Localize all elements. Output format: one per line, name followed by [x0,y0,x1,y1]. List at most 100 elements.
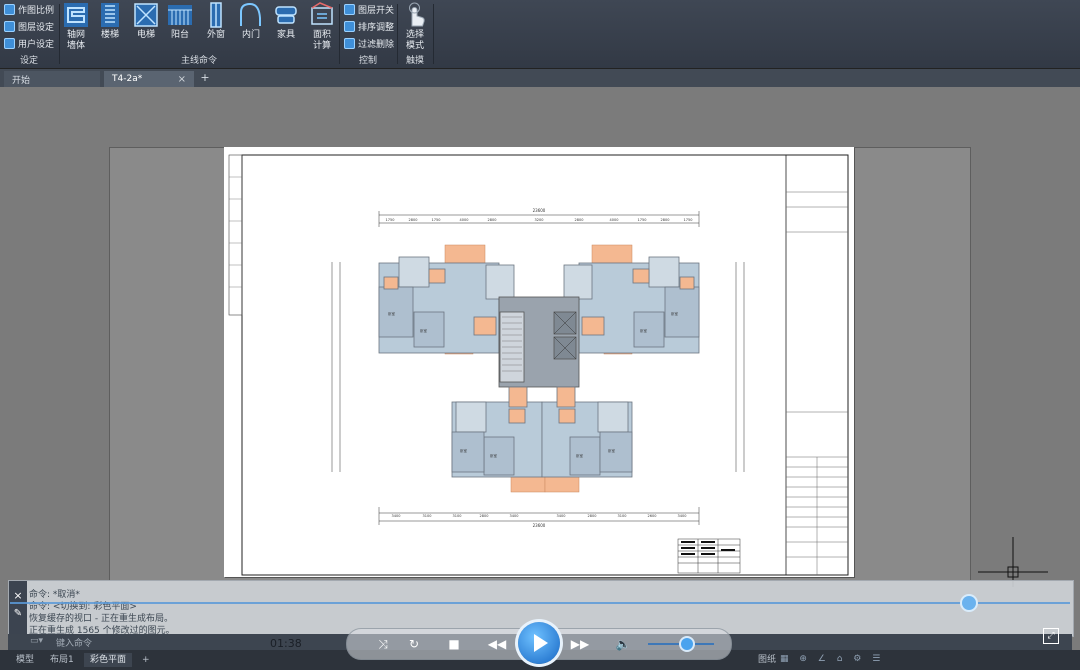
bottom-dim-label: 3100 [423,514,432,518]
add-tab-button[interactable]: + [198,71,212,85]
top-overall-dimension: 23600 [533,208,546,213]
drawing-canvas[interactable]: 23600 1750 2800 1750 4000 2800 3200 2800… [0,87,1080,587]
furniture-icon [275,6,297,24]
room-label: 卧室 [460,448,468,453]
main-command-group: 轴网 墙体 楼梯 电梯 阳台 外窗 内门 家具 面积 计算 主线命令 [60,0,338,68]
command-prompt-icon: ▭▾ [30,636,44,646]
scale-button[interactable]: 作图比例 [4,2,54,17]
add-layout-button[interactable]: + [136,653,156,667]
window-icon [210,2,222,28]
layer-toggle-button[interactable]: 图层开关 [344,2,394,17]
play-button[interactable] [518,622,560,664]
area-calc-button[interactable]: 面积 计算 [306,2,338,52]
touch-group: 选择 模式 触摸 [398,0,432,68]
axis-wall-icon [64,3,88,27]
bottom-dim-label: 3100 [618,514,627,518]
balcony-button[interactable]: 阳台 [164,2,196,41]
stairs-icon [101,3,119,27]
close-command-icon[interactable]: × [9,589,27,602]
top-dim-label: 2800 [575,218,584,222]
fast-forward-icon[interactable]: ▶▶ [568,635,592,653]
axis-wall-button[interactable]: 轴网 墙体 [60,2,92,52]
furniture-button[interactable]: 家具 [270,2,302,41]
tab-layout1[interactable]: 布局1 [44,653,80,667]
tab-t4-2a[interactable]: T4-2a* × [104,71,194,87]
bottom-dim-label: 3100 [453,514,462,518]
bottom-dim-label: 3400 [510,514,519,518]
room-label: 卧室 [420,328,428,333]
bottom-overall-dimension: 23600 [533,523,546,528]
playback-time: 01:38 [270,637,302,650]
user-settings-icon [4,38,15,49]
stairs-button[interactable]: 楼梯 [94,2,126,41]
status-tools-icon[interactable]: ▦ ⊕ ∠ ⌂ ⚙ ☰ [780,654,884,664]
seek-bar[interactable] [10,602,1070,604]
top-dim-label: 1750 [386,218,395,222]
sort-button[interactable]: 排序调整 [344,19,394,34]
balcony-icon [168,5,192,25]
room-label: 卧室 [388,311,396,316]
repeat-icon[interactable]: ↻ [405,635,423,653]
close-tab-icon[interactable]: × [178,74,186,85]
door-button[interactable]: 内门 [235,2,267,41]
sort-icon [344,21,355,32]
layer-toggle-icon [344,4,355,15]
top-dim-label: 1750 [638,218,647,222]
top-dim-label: 2800 [488,218,497,222]
touch-select-icon [409,2,425,27]
wrench-icon[interactable]: ✎ [9,608,27,619]
bottom-dim-label: 2600 [648,514,657,518]
filter-delete-icon [344,38,355,49]
rewind-icon[interactable]: ◀◀ [485,635,509,653]
bottom-dim-label: 3400 [678,514,687,518]
command-window-handle[interactable]: × ✎ [9,581,27,636]
door-icon [240,2,261,26]
user-settings-button[interactable]: 用户设定 [4,36,54,51]
filter-delete-button[interactable]: 过滤删除 [344,36,394,51]
top-dim-label: 4000 [610,218,619,222]
settings-group: 作图比例 图层设定 用户设定 设定 [0,0,58,68]
bottom-dim-label: 3400 [557,514,566,518]
layer-settings-icon [4,21,15,32]
top-dim-label: 1750 [684,218,693,222]
stop-icon[interactable]: ■ [445,635,463,653]
area-calc-icon [311,2,333,25]
paper-space-label[interactable]: 图纸 [752,653,782,667]
window-button[interactable]: 外窗 [200,2,232,41]
document-tab-bar: 开始 T4-2a* × + [0,69,1080,87]
room-label: 卧室 [576,453,584,458]
bottom-dim-label: 2800 [588,514,597,518]
ribbon-toolbar: 作图比例 图层设定 用户设定 设定 轴网 墙体 楼梯 电梯 阳台 外窗 内门 家… [0,0,1080,69]
elevator-button[interactable]: 电梯 [130,2,162,41]
room-label: 卧室 [608,448,616,453]
top-dim-label: 1750 [432,218,441,222]
settings-group-label: 设定 [19,56,38,66]
control-group: 图层开关 排序调整 过滤删除 控制 [340,0,396,68]
top-dim-label: 2800 [409,218,418,222]
bottom-dim-label: 3400 [392,514,401,518]
tab-start[interactable]: 开始 [4,71,100,87]
fullscreen-icon[interactable]: ⤢ [1043,628,1059,644]
shuffle-icon[interactable]: ⤨ [374,635,392,653]
elevator-icon [134,3,158,27]
scale-icon [4,4,15,15]
tab-model[interactable]: 模型 [10,653,40,667]
volume-icon[interactable]: 🔈 [614,635,632,653]
top-dim-label: 3200 [535,218,544,222]
select-mode-button[interactable]: 选择 模式 [399,2,431,52]
top-dim-label: 4000 [460,218,469,222]
tab-color-plan[interactable]: 彩色平面 [84,653,133,667]
floor-plan-drawing: 23600 1750 2800 1750 4000 2800 3200 2800… [228,154,849,576]
touch-group-label: 触摸 [405,56,424,66]
play-icon [534,634,548,652]
command-input[interactable]: 键入命令 [56,636,92,649]
room-label: 卧室 [671,311,679,316]
main-group-label: 主线命令 [180,56,217,66]
drawing-sheet: 23600 1750 2800 1750 4000 2800 3200 2800… [224,147,854,577]
control-group-label: 控制 [358,56,377,66]
room-label: 卧室 [640,328,648,333]
room-label: 卧室 [490,453,498,458]
top-dim-label: 2800 [661,218,670,222]
volume-knob[interactable] [680,638,693,650]
layer-settings-button[interactable]: 图层设定 [4,19,54,34]
